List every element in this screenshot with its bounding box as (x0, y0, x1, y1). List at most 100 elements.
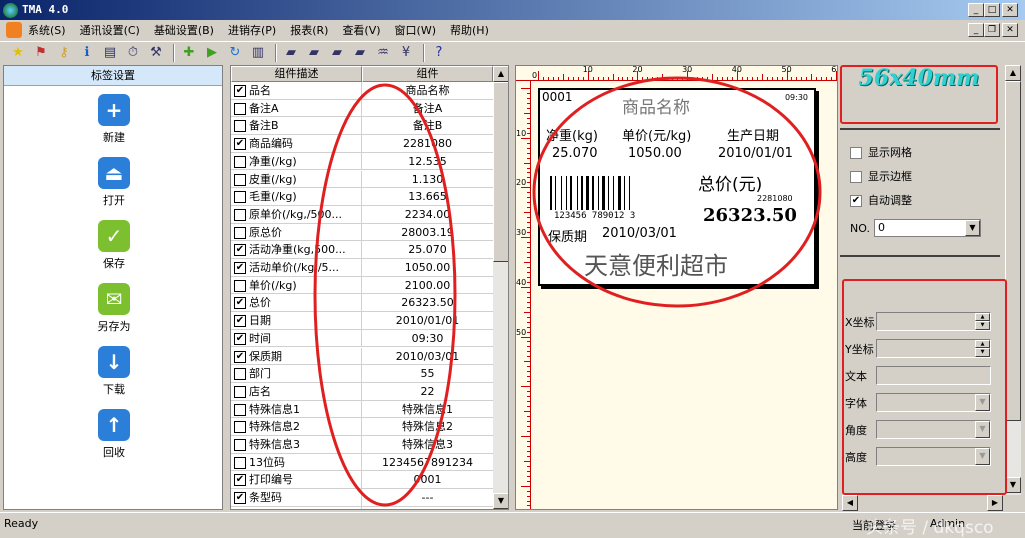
label-preview[interactable]: 0001 09:30 商品名称 净重(kg) 单价(元/kg) 生产日期 25.… (538, 88, 816, 286)
flag-icon[interactable]: ⚑ (31, 43, 51, 63)
table-row[interactable]: 皮重(/kg)1.130 (231, 171, 493, 189)
row-value[interactable]: 1234567891234 (362, 454, 493, 471)
row-value[interactable]: 特殊信息3 (362, 436, 493, 453)
label-price-caption[interactable]: 单价(元/kg) (622, 125, 691, 144)
row-checkbox[interactable]: ✔ (234, 85, 246, 97)
row-value[interactable]: 2010/01/01 (362, 312, 493, 329)
row-checkbox[interactable]: ✔ (234, 262, 246, 274)
row-checkbox[interactable] (234, 174, 246, 186)
info-icon[interactable]: ℹ (77, 43, 97, 63)
row-value[interactable]: 1050.00 (362, 259, 493, 276)
left-button-0[interactable]: +新建 (84, 94, 144, 145)
label-time[interactable]: 09:30 (785, 93, 808, 102)
table-row[interactable]: ✔文本1(汉字)天意便利超市 (231, 507, 493, 510)
row-value[interactable]: 2010/03/01 (362, 348, 493, 365)
yen-icon[interactable]: ¥ (396, 43, 416, 63)
table-row[interactable]: 原单价(/kg,/500...2234.00 (231, 206, 493, 224)
scroll-up-button[interactable]: ▲ (493, 66, 509, 82)
row-value[interactable]: 2281080 (362, 135, 493, 152)
row-value[interactable]: --- (362, 489, 493, 506)
left-button-3[interactable]: ✉另存为 (84, 283, 144, 334)
menu-item[interactable]: 进销存(P) (228, 22, 276, 38)
label-weight-caption[interactable]: 净重(kg) (546, 125, 598, 144)
menu-item[interactable]: 基础设置(B) (154, 22, 214, 38)
row-value[interactable]: 09:30 (362, 330, 493, 347)
row-checkbox[interactable]: ✔ (234, 333, 246, 345)
table-row[interactable]: 备注A备注A (231, 100, 493, 118)
close-button[interactable]: ✕ (1002, 3, 1018, 17)
row-value[interactable]: 28003.19 (362, 224, 493, 241)
column-header-description[interactable]: 组件描述 (231, 66, 362, 82)
table-row[interactable]: ✔时间09:30 (231, 330, 493, 348)
label-barcode[interactable] (550, 176, 664, 210)
folder-lock-icon[interactable]: ▰ (304, 43, 324, 63)
scroll-up-button[interactable]: ▲ (1005, 65, 1021, 81)
table-row[interactable]: 特殊信息2特殊信息2 (231, 418, 493, 436)
key-icon[interactable]: ⚷ (54, 43, 74, 63)
left-button-5[interactable]: ↑回收 (84, 409, 144, 460)
menu-item[interactable]: 通讯设置(C) (80, 22, 140, 38)
scroll-left-button[interactable]: ◀ (842, 495, 858, 511)
help-icon[interactable]: ? (429, 43, 449, 63)
table-row[interactable]: 特殊信息3特殊信息3 (231, 436, 493, 454)
row-value[interactable]: 26323.50 (362, 294, 493, 311)
label-total-caption[interactable]: 总价(元) (698, 170, 762, 195)
row-checkbox[interactable]: ✔ (234, 297, 246, 309)
table-row[interactable]: ✔日期2010/01/01 (231, 312, 493, 330)
label-date[interactable]: 2010/01/01 (718, 146, 793, 161)
row-checkbox[interactable] (234, 439, 246, 451)
row-value[interactable]: 备注A (362, 100, 493, 117)
menu-item[interactable]: 窗口(W) (395, 22, 436, 38)
label-store-name[interactable]: 天意便利超市 (584, 246, 728, 281)
menu-item[interactable]: 帮助(H) (450, 22, 489, 38)
row-checkbox[interactable] (234, 227, 246, 239)
tools-icon[interactable]: ⚒ (146, 43, 166, 63)
minimize-button[interactable]: _ (968, 3, 984, 17)
row-value[interactable]: 特殊信息2 (362, 418, 493, 435)
row-value[interactable]: 13.665 (362, 188, 493, 205)
document-icon[interactable]: ▤ (100, 43, 120, 63)
label-date-caption[interactable]: 生产日期 (727, 125, 779, 144)
table-row[interactable]: ✔品名商品名称 (231, 82, 493, 100)
row-value[interactable]: 天意便利超市 (362, 507, 493, 510)
column-header-component[interactable]: 组件 (362, 66, 493, 82)
label-weight[interactable]: 25.070 (552, 146, 598, 161)
row-checkbox[interactable] (234, 421, 246, 433)
chart-icon[interactable]: ♒ (373, 43, 393, 63)
table-row[interactable]: 毛重(/kg)13.665 (231, 188, 493, 206)
row-value[interactable]: 25.070 (362, 241, 493, 258)
scroll-right-button[interactable]: ▶ (987, 495, 1003, 511)
row-value[interactable]: 2100.00 (362, 277, 493, 294)
refresh-icon[interactable]: ↻ (225, 43, 245, 63)
label-canvas[interactable]: 010203040506 1020304050 0001 09:30 商品名称 … (515, 65, 838, 510)
menu-item[interactable]: 查看(V) (342, 22, 380, 38)
folder-user-icon[interactable]: ▰ (350, 43, 370, 63)
system-menu-icon[interactable] (6, 22, 22, 38)
row-value[interactable]: 22 (362, 383, 493, 400)
option-checkbox[interactable]: ✔自动调整 (850, 192, 912, 208)
row-checkbox[interactable] (234, 386, 246, 398)
row-checkbox[interactable]: ✔ (234, 351, 246, 363)
play-icon[interactable]: ▶ (202, 43, 222, 63)
table-row[interactable]: ✔条型码--- (231, 489, 493, 507)
row-value[interactable]: 55 (362, 365, 493, 382)
table-row[interactable]: ✔活动净重(kg,500...25.070 (231, 241, 493, 259)
row-value[interactable]: 备注B (362, 117, 493, 134)
menu-item[interactable]: 报表(R) (290, 22, 328, 38)
row-value[interactable]: 0001 (362, 471, 493, 488)
scroll-down-button[interactable]: ▼ (1005, 477, 1021, 493)
menu-item[interactable]: 系统(S) (28, 22, 66, 38)
table-row[interactable]: 特殊信息1特殊信息1 (231, 401, 493, 419)
row-value[interactable]: 12.535 (362, 153, 493, 170)
child-close-button[interactable]: ✕ (1002, 23, 1018, 37)
maximize-button[interactable]: □ (984, 3, 1000, 17)
table-row[interactable]: ✔商品编码2281080 (231, 135, 493, 153)
label-total[interactable]: 26323.50 (703, 205, 797, 226)
row-value[interactable]: 商品名称 (362, 82, 493, 99)
label-product-code[interactable]: 2281080 (757, 194, 793, 203)
row-checkbox[interactable] (234, 280, 246, 292)
row-checkbox[interactable]: ✔ (234, 315, 246, 327)
row-checkbox[interactable] (234, 457, 246, 469)
row-checkbox[interactable] (234, 103, 246, 115)
row-checkbox[interactable] (234, 404, 246, 416)
